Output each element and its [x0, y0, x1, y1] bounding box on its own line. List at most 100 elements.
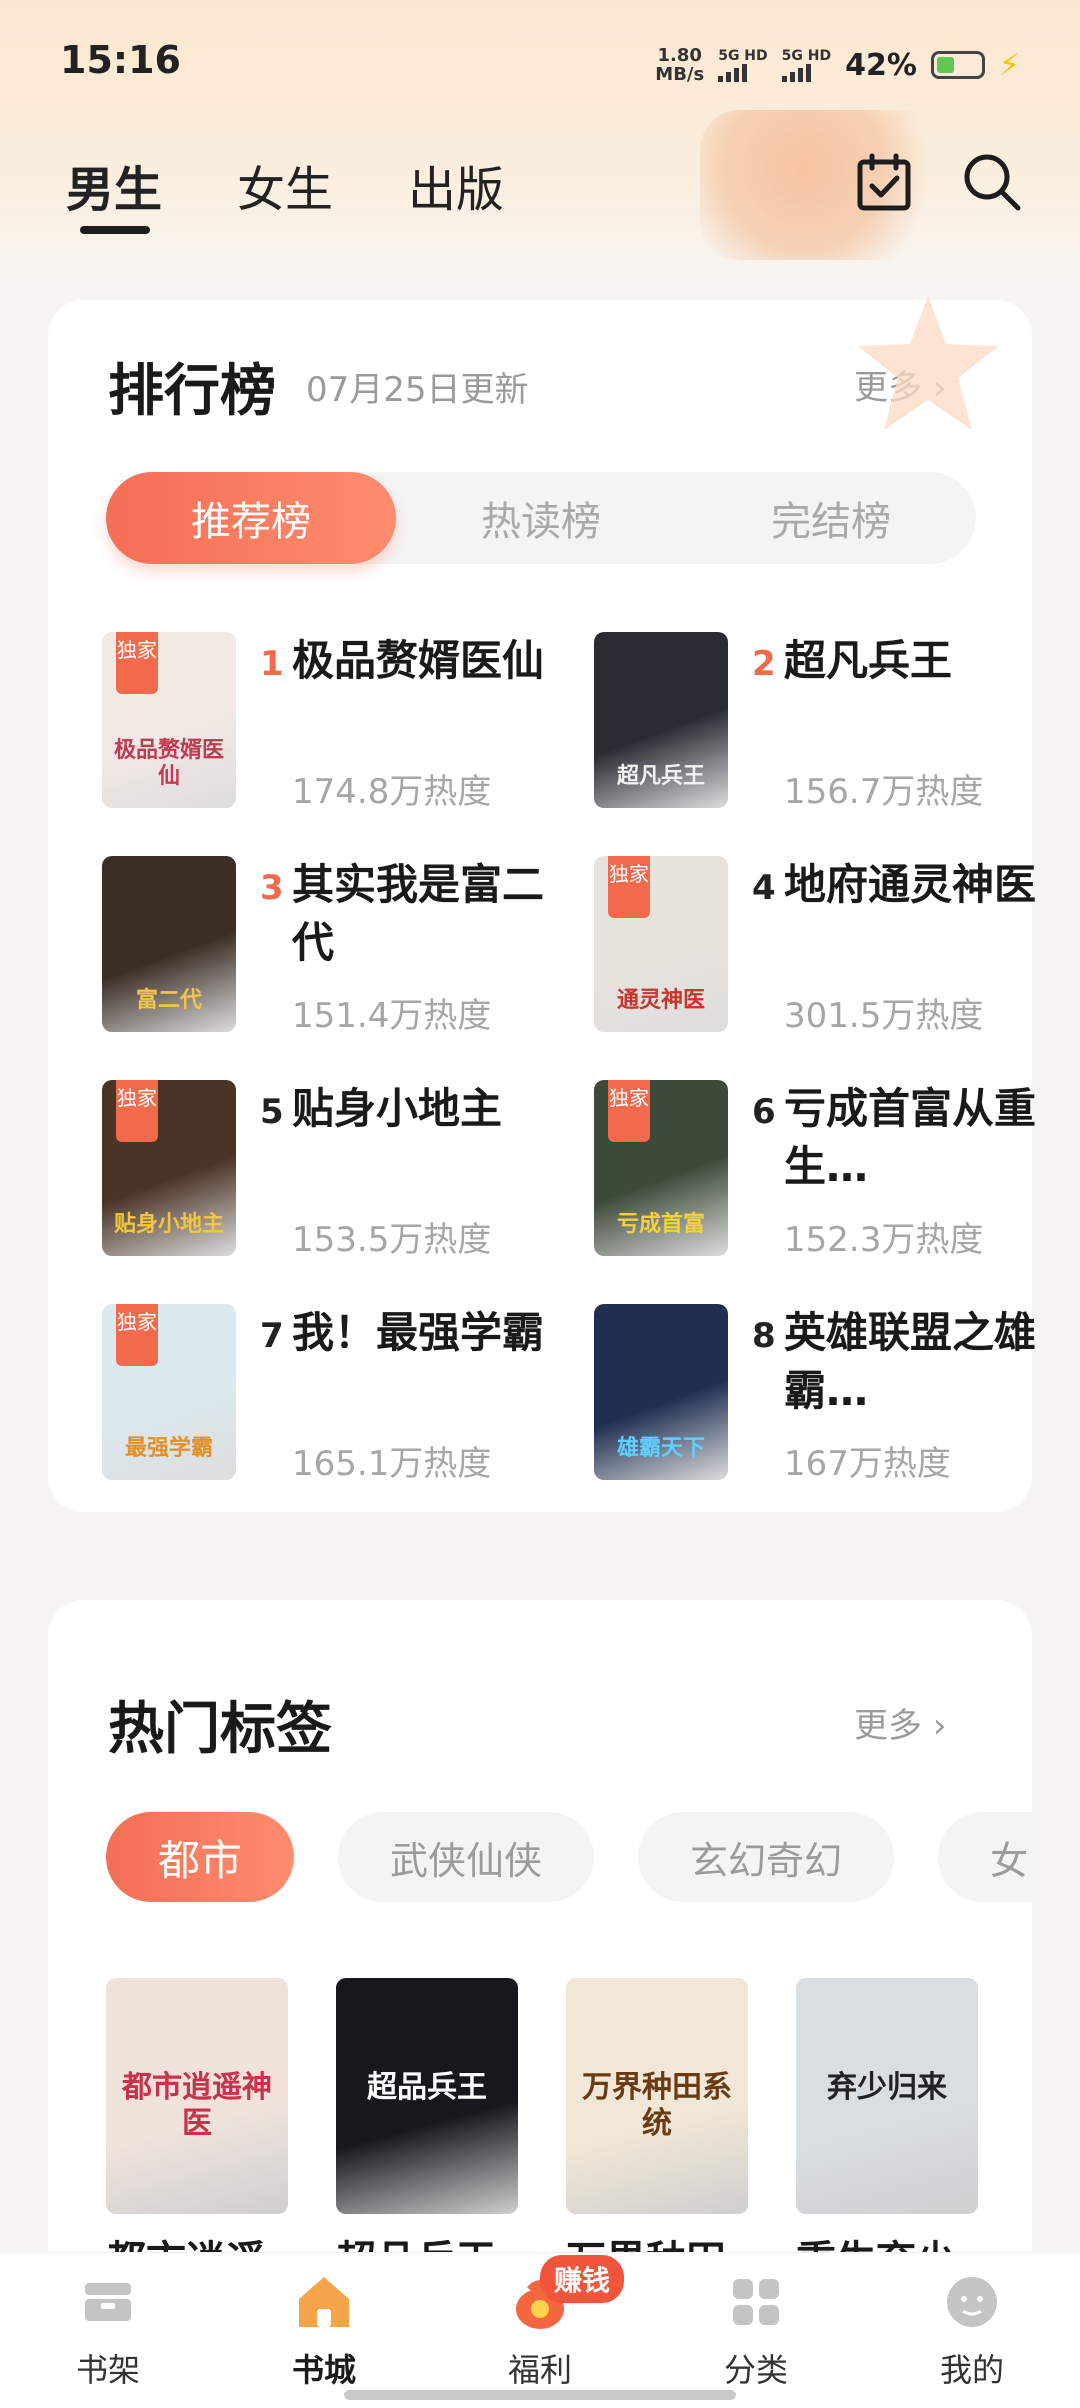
- ranking-segment-3[interactable]: 完结榜: [686, 472, 976, 564]
- signal-bars-icon: [781, 64, 811, 82]
- nav-label: 我的: [939, 2351, 1004, 2389]
- exclusive-badge: 独家: [608, 856, 650, 918]
- tag-chip[interactable]: 女: [938, 1812, 1032, 1902]
- nav-category-grid[interactable]: 分类: [648, 2253, 864, 2408]
- profile-icon: [939, 2269, 1005, 2339]
- nav-money-bag[interactable]: 福利 赚钱: [432, 2253, 648, 2408]
- heat-count: 152.3万热度: [784, 1220, 984, 1260]
- book-cover[interactable]: 超品兵王: [336, 1978, 518, 2214]
- category-grid-icon: [723, 2269, 789, 2339]
- book-cover[interactable]: 独家 极品赘婿医仙: [102, 632, 236, 808]
- book-cover[interactable]: 独家通灵神医: [594, 856, 728, 1032]
- book-cover[interactable]: 万界种田系统: [566, 1978, 748, 2214]
- ranking-item[interactable]: 超凡兵王 2 超凡兵王 156.7万热度: [594, 632, 1054, 812]
- network-speed-value: 1.80: [657, 45, 702, 66]
- home-indicator[interactable]: [344, 2390, 736, 2400]
- status-time: 15:16: [60, 38, 181, 82]
- book-cover[interactable]: 富二代: [102, 856, 236, 1032]
- nav-bookshelf[interactable]: 书架: [0, 2253, 216, 2408]
- hot-book-item[interactable]: 都市逍遥神医都市逍遥…: [106, 1978, 288, 2286]
- book-title[interactable]: 亏成首富从重生…: [784, 1080, 1044, 1196]
- star-decoration-icon: [858, 296, 998, 430]
- ranking-segment-2[interactable]: 热读榜: [396, 472, 686, 564]
- book-title[interactable]: 其实我是富二代: [292, 856, 552, 972]
- rank-number: 2: [752, 644, 776, 684]
- exclusive-badge: 独家: [116, 632, 158, 694]
- cover-title: 超凡兵王: [616, 764, 705, 789]
- tag-chip[interactable]: 玄幻奇幻: [638, 1812, 895, 1902]
- signal-2-label: 5G HD: [781, 48, 832, 64]
- hot-book-item[interactable]: 超品兵王超品兵王: [336, 1978, 518, 2286]
- book-cover[interactable]: 独家 最强学霸: [102, 1304, 236, 1480]
- book-title[interactable]: 英雄联盟之雄霸…: [784, 1304, 1044, 1420]
- cover-title: 通灵神医: [616, 988, 705, 1013]
- rank-number: 8: [752, 1316, 776, 1356]
- signal-1: 5G HD: [718, 48, 768, 82]
- ranking-segment-control: 推荐榜 热读榜 完结榜: [106, 472, 976, 564]
- book-cover[interactable]: 都市逍遥神医: [106, 1978, 288, 2214]
- rank-number: 7: [260, 1316, 284, 1356]
- battery-icon: [930, 51, 985, 79]
- nav-label: 福利: [507, 2351, 572, 2389]
- cover-title: 超品兵王: [367, 2070, 487, 2105]
- rank-number: 1: [260, 644, 284, 684]
- nav-home[interactable]: 书城: [216, 2253, 432, 2408]
- tag-chip[interactable]: 都市: [106, 1812, 295, 1902]
- book-cover[interactable]: 弃少归来: [796, 1978, 978, 2214]
- bookshelf-icon: [75, 2269, 141, 2339]
- tag-chip[interactable]: 武侠仙侠: [338, 1812, 595, 1902]
- tab-3[interactable]: 出版: [408, 150, 504, 220]
- charging-icon: ⚡: [998, 47, 1020, 83]
- book-cover[interactable]: 独家 贴身小地主: [102, 1080, 236, 1256]
- hot-book-item[interactable]: 万界种田系统万界种田…: [566, 1978, 748, 2286]
- ranking-updated: 07月25日更新: [306, 370, 529, 410]
- ranking-item[interactable]: 独家 亏成首富 6 亏成首富从重生… 152.3万热度: [594, 1080, 1054, 1260]
- hot-tags-more-label: 更多: [854, 1706, 922, 1746]
- ranking-item[interactable]: 独家 极品赘婿医仙 1 极品赘婿医仙 174.8万热度: [102, 632, 562, 812]
- status-indicators: 1.80 MB/s 5G HD 5G HD 42% ⚡: [655, 40, 1020, 90]
- book-title[interactable]: 超凡兵王: [784, 632, 1044, 690]
- nav-label: 书城: [291, 2351, 356, 2389]
- ranking-item[interactable]: 独家 最强学霸 7 我！最强学霸 165.1万热度: [102, 1304, 562, 1484]
- calendar-check-icon[interactable]: [852, 150, 916, 214]
- home-icon: [291, 2269, 357, 2339]
- ranking-item[interactable]: 独家 通灵神医 4 地府通灵神医 301.5万热度: [594, 856, 1054, 1036]
- nav-profile[interactable]: 我的: [864, 2253, 1080, 2408]
- signal-bars-icon: [718, 64, 748, 82]
- network-speed: 1.80 MB/s: [655, 46, 704, 84]
- ranking-item[interactable]: 雄霸天下 8 英雄联盟之雄霸… 167万热度: [594, 1304, 1054, 1484]
- status-bar: 15:16 1.80 MB/s 5G HD 5G HD 42% ⚡: [0, 0, 1080, 126]
- rank-number: 4: [752, 868, 776, 908]
- rank-number: 3: [260, 868, 284, 908]
- nav-label: 分类: [723, 2351, 788, 2389]
- hot-tags-title: 热门标签: [108, 1697, 332, 1762]
- tab-2[interactable]: 女生: [237, 150, 333, 220]
- ranking-item[interactable]: 独家 贴身小地主 5 贴身小地主 153.5万热度: [102, 1080, 562, 1260]
- ranking-segment-1[interactable]: 推荐榜: [106, 472, 396, 564]
- exclusive-badge: 独家: [116, 1080, 158, 1142]
- network-speed-unit: MB/s: [655, 64, 705, 85]
- heat-count: 153.5万热度: [292, 1220, 492, 1260]
- battery-percent: 42%: [845, 47, 917, 83]
- rank-number: 6: [752, 1092, 776, 1132]
- book-title[interactable]: 贴身小地主: [292, 1080, 552, 1138]
- cover-title: 雄霸天下: [616, 1436, 705, 1461]
- book-cover[interactable]: 超凡兵王: [594, 632, 728, 808]
- earn-money-badge: 赚钱: [540, 2255, 625, 2303]
- search-icon[interactable]: [960, 150, 1024, 214]
- hot-book-item[interactable]: 弃少归来重生弃少…: [796, 1978, 978, 2286]
- exclusive-badge: 独家: [116, 1304, 158, 1366]
- book-cover[interactable]: 雄霸天下: [594, 1304, 728, 1480]
- book-title[interactable]: 地府通灵神医: [784, 856, 1044, 914]
- book-title[interactable]: 我！最强学霸: [292, 1304, 552, 1362]
- book-cover[interactable]: 独家 亏成首富: [594, 1080, 728, 1256]
- cover-title: 贴身小地主: [113, 1212, 224, 1237]
- heat-count: 167万热度: [784, 1444, 951, 1484]
- heat-count: 151.4万热度: [292, 996, 492, 1036]
- ranking-item[interactable]: 富二代 3 其实我是富二代 151.4万热度: [102, 856, 562, 1036]
- hot-tags-more-link[interactable]: 更多 ›: [854, 1698, 946, 1747]
- tab-1[interactable]: 男生: [66, 150, 162, 234]
- rank-number: 5: [260, 1092, 284, 1132]
- book-title[interactable]: 极品赘婿医仙: [292, 632, 552, 690]
- cover-title: 亏成首富: [616, 1212, 705, 1237]
